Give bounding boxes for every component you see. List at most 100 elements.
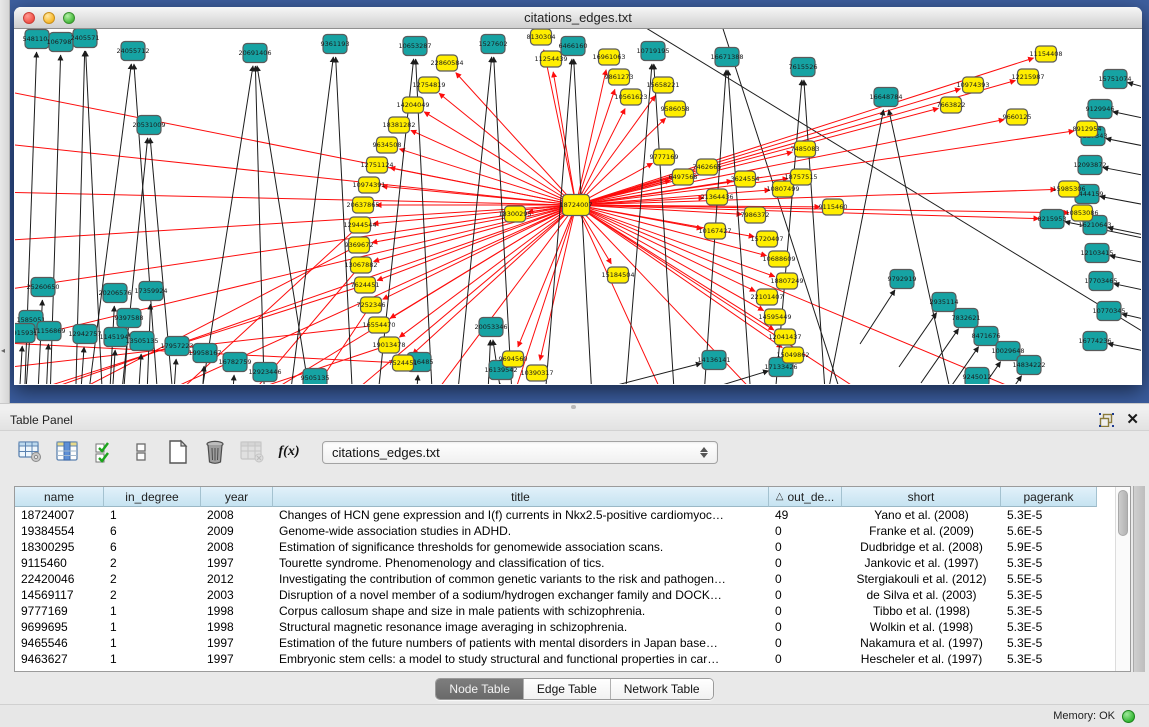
scrollbar-thumb[interactable] [1118,490,1128,536]
table-cell[interactable]: 9699695 [15,619,104,635]
table-row[interactable]: 946554611997Estimation of the future num… [15,635,1097,651]
graph-node[interactable]: 25260650 [26,278,59,297]
select-all-icon[interactable] [90,439,118,465]
graph-node[interactable]: 9634508 [373,137,402,153]
new-table-icon[interactable] [164,439,192,465]
graph-node[interactable]: 19013478 [372,337,405,353]
graph-node[interactable]: 18724007 [559,195,592,216]
table-row[interactable]: 946362711997Embryonic stem cells: a mode… [15,651,1097,667]
table-cell[interactable]: Hescheler et al. (1997) [842,651,1001,667]
table-cell[interactable]: 1 [104,635,201,651]
table-cell[interactable]: 2 [104,555,201,571]
graph-node[interactable]: 20691406 [238,44,271,63]
graph-node[interactable]: 16774236 [1078,332,1111,351]
table-cell[interactable]: 5.5E-5 [1001,571,1097,587]
table-cell[interactable]: Estimation of significance thresholds fo… [273,539,769,555]
table-row[interactable]: 969969511998Structural magnetic resonanc… [15,619,1097,635]
graph-node[interactable]: 7624451 [351,277,380,293]
table-cell[interactable]: 2 [104,571,201,587]
graph-node[interactable]: 12942757 [68,325,101,344]
tab-node-table[interactable]: Node Table [436,679,524,699]
table-cell[interactable]: Corpus callosum shape and size in male p… [273,603,769,619]
column-header-short[interactable]: short [842,487,1001,507]
graph-node[interactable]: 9694560 [499,351,528,367]
graph-node[interactable]: 13505135 [125,332,158,351]
delete-rows-icon[interactable] [201,439,229,465]
graph-node[interactable]: 15184504 [601,267,634,283]
graph-node[interactable]: 9245012 [963,368,992,385]
table-cell[interactable]: 5.9E-5 [1001,539,1097,555]
table-cell[interactable]: 2008 [201,507,273,523]
graph-node[interactable]: 9115460 [819,199,848,215]
column-header-out-de-[interactable]: △out_de... [769,487,842,507]
table-cell[interactable]: Yano et al. (2008) [842,507,1001,523]
graph-node[interactable]: 7462665 [693,159,722,175]
network-canvas-container[interactable]: 5481103106798724055712405571220691406936… [15,29,1141,384]
table-row[interactable]: 1872400712008Changes of HCN gene express… [15,507,1097,523]
table-mode-icon[interactable] [16,439,44,465]
graph-node[interactable]: 10688609 [762,251,795,267]
graph-node[interactable]: 18381282 [382,117,415,133]
graph-node[interactable]: 12923446 [248,363,281,382]
float-window-icon[interactable] [1099,413,1114,427]
graph-node[interactable]: 16961063 [592,49,625,65]
graph-node[interactable]: 16648784 [869,88,902,107]
table-cell[interactable]: 5.3E-5 [1001,635,1097,651]
graph-node[interactable]: 11156869 [32,322,65,341]
minimize-window-button[interactable] [43,12,55,24]
table-cell[interactable]: 6 [104,539,201,555]
table-cell[interactable]: Investigating the contribution of common… [273,571,769,587]
graph-node[interactable]: 7252346 [357,297,386,313]
graph-node[interactable]: 8471676 [972,327,1001,346]
table-cell[interactable]: 6 [104,523,201,539]
graph-node[interactable]: 7524451 [389,355,418,371]
table-cell[interactable]: Tibbo et al. (1998) [842,603,1001,619]
graph-node[interactable]: 16782759 [218,353,251,372]
table-cell[interactable]: Embryonic stem cells: a model to study s… [273,651,769,667]
network-canvas[interactable]: 5481103106798724055712405571220691406936… [15,29,1141,384]
graph-node[interactable]: 10390317 [520,365,553,381]
table-cell[interactable]: Stergiakouli et al. (2012) [842,571,1001,587]
table-cell[interactable]: Genome-wide association studies in ADHD. [273,523,769,539]
close-window-button[interactable] [23,12,35,24]
show-column-icon[interactable] [53,439,81,465]
graph-node[interactable]: 16671388 [710,48,743,67]
table-cell[interactable]: 9777169 [15,603,104,619]
graph-node[interactable]: 16554470 [362,317,395,333]
table-cell[interactable]: 5.6E-5 [1001,523,1097,539]
graph-node[interactable]: 15720407 [750,231,783,247]
table-row[interactable]: 2242004622012Investigating the contribut… [15,571,1097,587]
table-cell[interactable]: 2012 [201,571,273,587]
graph-node[interactable]: 20206576 [98,284,131,303]
graph-node[interactable]: 14834222 [1012,356,1045,375]
table-cell[interactable]: Disruption of a novel member of a sodium… [273,587,769,603]
graph-node[interactable]: 10974393 [956,77,989,93]
table-cell[interactable]: Franke et al. (2009) [842,523,1001,539]
table-cell[interactable]: 1997 [201,555,273,571]
table-cell[interactable]: 2 [104,587,201,603]
table-cell[interactable]: 0 [769,603,842,619]
table-cell[interactable]: 0 [769,571,842,587]
table-cell[interactable]: 5.3E-5 [1001,507,1097,523]
graph-node[interactable]: 9361193 [321,35,350,54]
table-cell[interactable]: 9463627 [15,651,104,667]
panel-collapse-arrow-icon[interactable]: ◂ [1,346,5,355]
table-cell[interactable]: 0 [769,523,842,539]
graph-node[interactable]: 10719195 [636,42,669,61]
table-cell[interactable]: 18724007 [15,507,104,523]
table-cell[interactable]: 0 [769,555,842,571]
graph-node[interactable]: 11154408 [1029,46,1062,62]
graph-node[interactable]: 14136141 [697,351,730,370]
graph-node[interactable]: 12751124 [360,157,393,173]
graph-node[interactable]: 12215987 [1011,69,1044,85]
graph-node[interactable]: 12041437 [768,329,801,345]
graph-node[interactable]: 1527602 [479,35,508,54]
function-builder-icon[interactable]: f(x) [275,439,303,465]
table-cell[interactable]: 0 [769,587,842,603]
table-cell[interactable]: 5.3E-5 [1001,651,1097,667]
table-cell[interactable]: 2003 [201,587,273,603]
column-header-pagerank[interactable]: pagerank [1001,487,1097,507]
table-cell[interactable]: 0 [769,635,842,651]
table-cell[interactable]: Jankovic et al. (1997) [842,555,1001,571]
graph-node[interactable]: 21364436 [700,189,733,205]
